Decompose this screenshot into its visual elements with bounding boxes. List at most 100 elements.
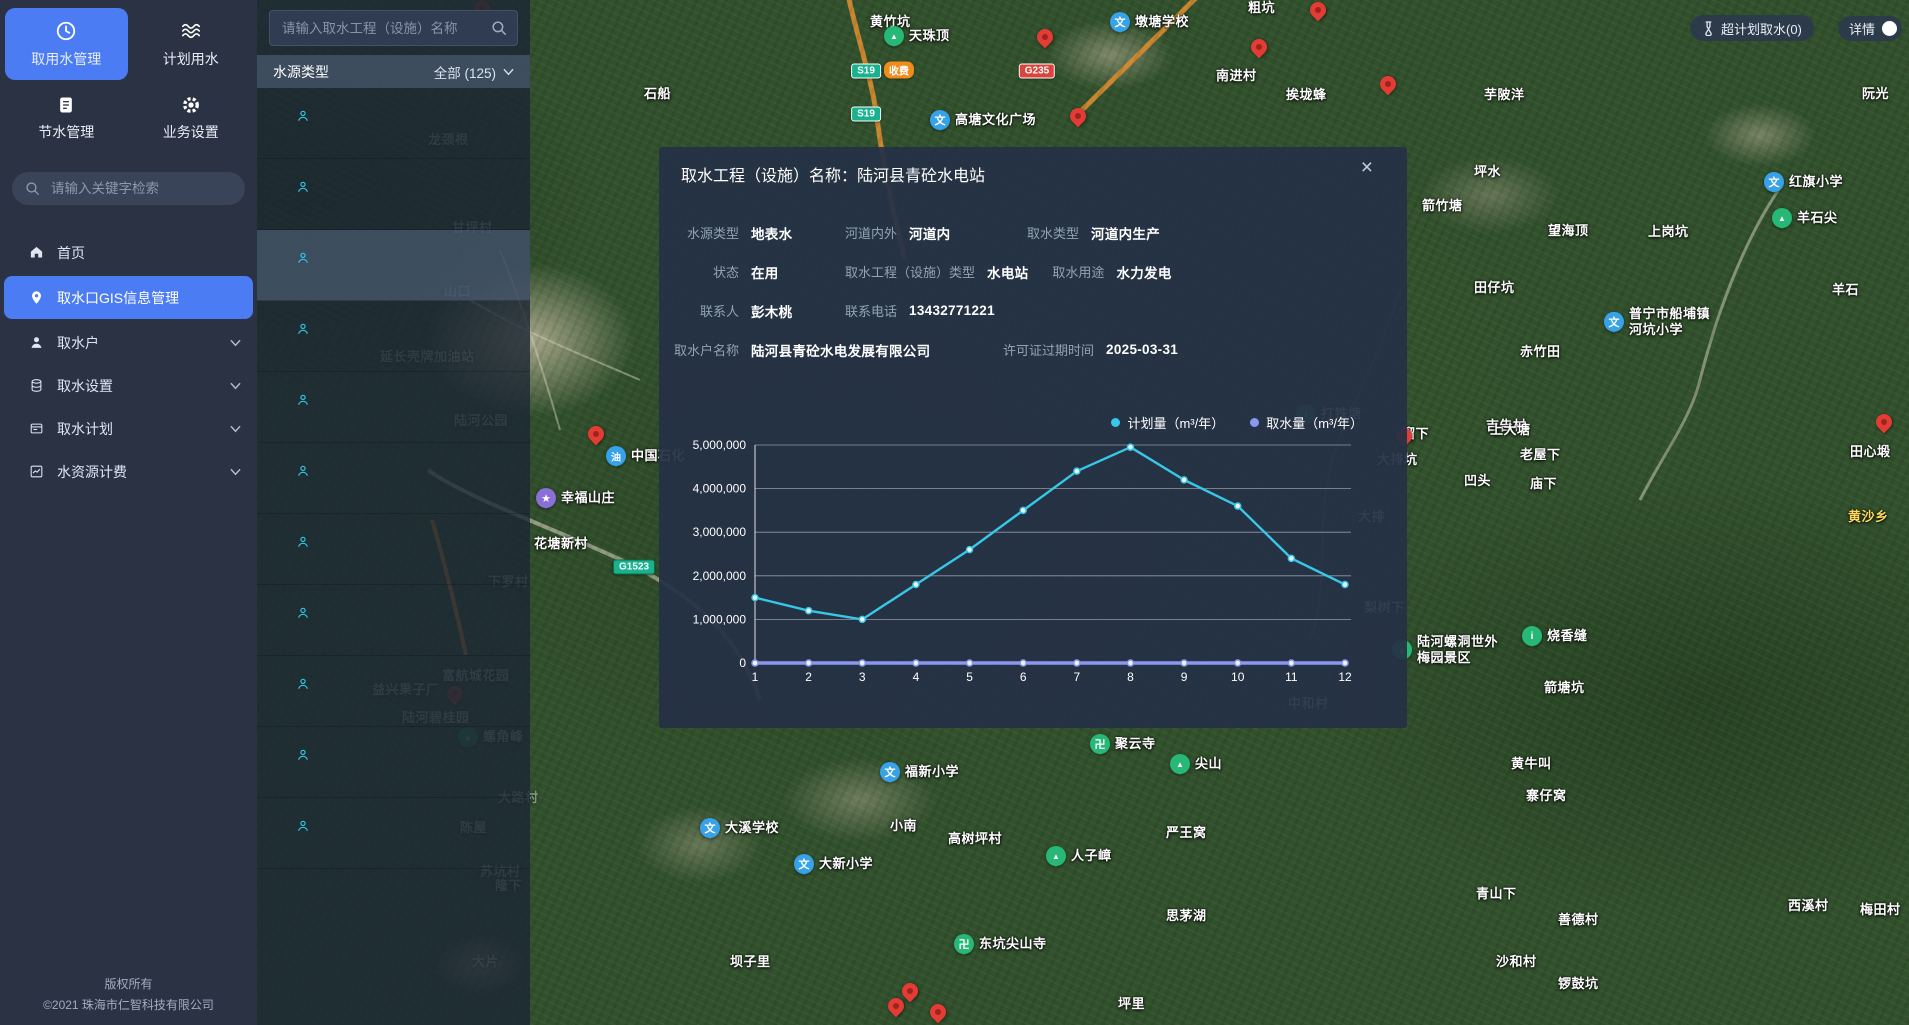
- list-item[interactable]: [257, 88, 530, 159]
- module-label: 业务设置: [163, 122, 219, 142]
- sidebar: 取用水管理 计划用水 节水管理 业务设置: [0, 0, 257, 1025]
- map-label-mountain[interactable]: ▲尖山: [1170, 754, 1222, 774]
- map-label-text: 善德村: [1558, 912, 1599, 928]
- module-business-settings[interactable]: 业务设置: [130, 82, 253, 154]
- sidebar-item-home[interactable]: 首页: [0, 231, 257, 274]
- map-label-place: 石船: [644, 86, 671, 102]
- road-badge: G235: [1019, 64, 1055, 79]
- map-label-text: 普宁市船埔镇河坑小学: [1629, 306, 1710, 339]
- map-pin[interactable]: [588, 426, 604, 442]
- list-item[interactable]: [257, 514, 530, 585]
- map-label-temple[interactable]: 卍东坑尖山寺: [954, 934, 1047, 954]
- modal-title: 取水工程（设施）名称：陆河县青砼水电站: [659, 147, 1407, 186]
- legend-item[interactable]: 取水量（m³/年）: [1250, 413, 1363, 432]
- sidebar-item-intake-settings[interactable]: 取水设置: [0, 364, 257, 407]
- list-item[interactable]: [257, 585, 530, 656]
- module-water-intake-mgmt[interactable]: 取用水管理: [5, 8, 128, 80]
- school-icon: 文: [1110, 12, 1130, 32]
- map-pin[interactable]: [1876, 414, 1892, 430]
- filter-dropdown[interactable]: 全部 (125): [434, 62, 514, 82]
- map-pin[interactable]: [1380, 76, 1396, 92]
- map-pin[interactable]: [888, 998, 904, 1014]
- list-item[interactable]: [257, 230, 530, 301]
- billing-chart-icon: [29, 464, 44, 479]
- list-item[interactable]: [257, 727, 530, 798]
- map-label-text: 箭塘坑: [1544, 680, 1585, 696]
- sidebar-item-water-users[interactable]: 取水户: [0, 321, 257, 364]
- map-label-place: 箭竹塘: [1422, 198, 1463, 214]
- legend-item[interactable]: 计划量（m³/年）: [1111, 413, 1224, 432]
- sidebar-item-intake-plan[interactable]: 取水计划: [0, 407, 257, 450]
- road-badge: 收费: [884, 62, 914, 79]
- module-water-saving[interactable]: 节水管理: [5, 82, 128, 154]
- person-icon: [296, 748, 310, 762]
- map-pin[interactable]: [1070, 108, 1086, 124]
- map-label-text: 高树坪村: [948, 831, 1002, 847]
- map-label-place-yellow: 黄沙乡: [1848, 509, 1889, 525]
- map-label-mountain[interactable]: ▲ 人子嶂: [1046, 846, 1112, 866]
- station-list: [257, 88, 530, 869]
- list-item[interactable]: [257, 301, 530, 372]
- map-label-text: 上岗坑: [1648, 224, 1689, 240]
- copyright-line2: ©2021 珠海市仁智科技有限公司: [0, 995, 257, 1015]
- map-pin[interactable]: [902, 983, 918, 999]
- list-item[interactable]: [257, 798, 530, 869]
- intake-plan-chart: 01,000,0002,000,0003,000,0004,000,0005,0…: [675, 433, 1381, 693]
- map-label-mountain[interactable]: ▲天珠顶: [884, 26, 950, 46]
- field-label: 取水工程（设施）类型: [845, 262, 975, 281]
- map-pin[interactable]: [1037, 29, 1053, 45]
- keyword-search-input[interactable]: [49, 180, 232, 197]
- map-label-scenic[interactable]: ▲陆河螺洞世外梅园景区: [1392, 634, 1498, 667]
- station-search-input[interactable]: [280, 20, 491, 37]
- map-pin[interactable]: [1251, 39, 1267, 55]
- svg-text:2,000,000: 2,000,000: [693, 569, 747, 583]
- toggle-knob-icon[interactable]: [1882, 21, 1897, 36]
- map-label-school[interactable]: 文大溪学校: [700, 818, 779, 838]
- map-label-school[interactable]: 文普宁市船埔镇河坑小学: [1604, 306, 1710, 339]
- detail-label: 详情: [1849, 19, 1875, 38]
- sidebar-item-water-billing[interactable]: 水资源计费: [0, 450, 257, 493]
- map-pin[interactable]: [1310, 2, 1326, 18]
- list-item[interactable]: [257, 159, 530, 230]
- field-value: 陆河县青砼水电发展有限公司: [751, 340, 930, 360]
- map-label-mountain[interactable]: ▲羊石尖: [1772, 208, 1838, 228]
- map-label-school[interactable]: 文红旗小学: [1764, 172, 1843, 192]
- map-label-text: 羊石尖: [1797, 210, 1838, 226]
- list-item[interactable]: [257, 372, 530, 443]
- field-value: 13432771221: [909, 303, 995, 318]
- map-label-school[interactable]: 文福新小学: [880, 762, 959, 782]
- mountain-icon: ▲: [1046, 846, 1066, 866]
- map-label-place: 庙下: [1530, 476, 1557, 492]
- dot-icon: i: [1522, 626, 1542, 646]
- sidebar-item-gis-info[interactable]: 取水口GIS信息管理: [4, 276, 253, 319]
- fun-icon: ★: [536, 488, 556, 508]
- person-icon: [296, 535, 310, 549]
- map-label-dot[interactable]: i 烧香缝: [1522, 626, 1588, 646]
- list-item[interactable]: [257, 443, 530, 514]
- over-plan-intake-button[interactable]: 超计划取水(0): [1690, 15, 1814, 41]
- map-label-culture[interactable]: 文高塘文化广场: [930, 110, 1036, 130]
- school-icon: 文: [880, 762, 900, 782]
- map-label-text: 烧香缝: [1547, 628, 1588, 644]
- map-label-fun[interactable]: ★幸福山庄: [536, 488, 615, 508]
- search-icon[interactable]: [491, 20, 507, 36]
- map-pin[interactable]: [930, 1004, 946, 1020]
- map-label-place: 上大塘: [1490, 422, 1531, 438]
- detail-toggle[interactable]: 详情: [1838, 16, 1902, 41]
- map-label-text: 人子嶂: [1071, 848, 1112, 864]
- pin-icon: [885, 995, 908, 1018]
- person-icon: [296, 109, 310, 123]
- legend-label: 计划量（m³/年）: [1127, 413, 1224, 432]
- map-label-temple[interactable]: 卍聚云寺: [1090, 734, 1156, 754]
- list-item[interactable]: [257, 656, 530, 727]
- module-planned-water[interactable]: 计划用水: [130, 8, 253, 80]
- close-icon[interactable]: ×: [1361, 157, 1373, 178]
- gas-icon: 油: [606, 446, 626, 466]
- map-label-place: 羊石: [1832, 282, 1859, 298]
- chevron-down-icon: [230, 339, 241, 347]
- map-label-school[interactable]: 文大新小学: [794, 854, 873, 874]
- sidebar-menu: 首页 取水口GIS信息管理 取水户 取水设置 取水计划: [0, 231, 257, 493]
- svg-text:8: 8: [1127, 670, 1134, 684]
- map-label-school[interactable]: 文墩塘学校: [1110, 12, 1189, 32]
- mountain-icon: ▲: [884, 26, 904, 46]
